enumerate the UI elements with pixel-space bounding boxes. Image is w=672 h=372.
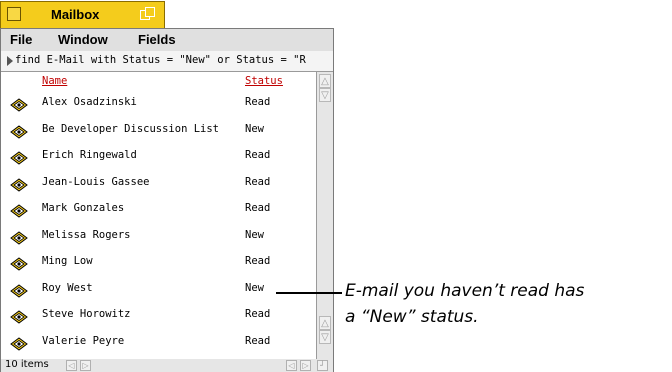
column-header-name[interactable]: Name [42, 75, 67, 87]
mail-status: New [245, 228, 264, 241]
query-text: find E-Mail with Status = "New" or Statu… [15, 54, 306, 66]
envelope-icon [9, 124, 29, 139]
callout-line-2: a “New” status. [345, 307, 479, 327]
list-item[interactable]: Erich Ringewald Read [1, 143, 317, 169]
zoom-box-icon[interactable] [140, 7, 156, 22]
mail-sender-name: Steve Horowitz [42, 308, 131, 320]
resize-handle-icon[interactable]: ┘ [317, 360, 328, 371]
mail-sender-name: Jean-Louis Gassee [42, 175, 150, 188]
mail-sender-name: Mark Gonzales [42, 202, 125, 214]
scroll-left-arrow-icon[interactable]: ◁ [286, 360, 297, 371]
mail-status: Read [245, 308, 271, 320]
menu-file[interactable]: File [10, 32, 32, 47]
scroll-down-arrow-icon[interactable]: ▽ [319, 88, 331, 102]
envelope-icon [9, 97, 29, 112]
mailbox-window: File Window Fields find E-Mail with Stat… [0, 28, 334, 372]
mail-status: Read [245, 202, 271, 214]
mail-sender-name: Ming Low [42, 255, 93, 267]
list-item[interactable]: Valerie Peyre Read [1, 329, 317, 355]
scroll-down-arrow-icon[interactable]: ▽ [319, 330, 331, 344]
mail-sender-name: Erich Ringewald [42, 149, 137, 161]
menu-fields[interactable]: Fields [138, 32, 176, 47]
callout-text: E-mail you haven’t read has a “New” stat… [345, 278, 584, 330]
window-title: Mailbox [51, 7, 100, 22]
mail-status: Read [245, 149, 271, 161]
mail-status: Read [245, 255, 271, 267]
disclosure-triangle-icon[interactable] [7, 56, 13, 66]
list-item[interactable]: Melissa Rogers New [1, 223, 317, 249]
envelope-icon [9, 230, 29, 245]
mail-status: New [245, 281, 264, 294]
callout-line-1: E-mail you haven’t read has [345, 281, 585, 301]
mail-list[interactable]: Name Status Alex Osadzinski Read Be Develo… [1, 72, 317, 360]
list-item[interactable]: Jean-Louis Gassee Read [1, 170, 317, 196]
list-item[interactable]: Be Developer Discussion List New [1, 117, 317, 143]
window-title-tab[interactable]: Mailbox [0, 1, 165, 28]
list-item[interactable]: Steve Horowitz Read [1, 302, 317, 328]
list-item[interactable]: Ming Low Read [1, 249, 317, 275]
scroll-up-arrow-icon[interactable]: △ [319, 74, 331, 88]
envelope-icon [9, 256, 29, 271]
menu-window[interactable]: Window [58, 32, 108, 47]
envelope-icon [9, 309, 29, 324]
list-item[interactable]: Mark Gonzales Read [1, 196, 317, 222]
envelope-icon [9, 150, 29, 165]
envelope-icon [9, 336, 29, 351]
list-item[interactable]: Roy West New [1, 276, 317, 302]
item-count: 10 items [5, 359, 49, 370]
mail-status: Read [245, 334, 271, 347]
envelope-icon [9, 283, 29, 298]
status-bar: 10 items ◁ ▷ ◁ ▷ ┘ [1, 359, 333, 372]
mail-sender-name: Roy West [42, 281, 93, 294]
query-bar[interactable]: find E-Mail with Status = "New" or Statu… [1, 51, 333, 72]
envelope-icon [9, 203, 29, 218]
mail-status: Read [245, 175, 271, 188]
scroll-right-arrow-icon[interactable]: ▷ [300, 360, 311, 371]
mail-sender-name: Melissa Rogers [42, 228, 131, 241]
mail-sender-name: Alex Osadzinski [42, 96, 137, 108]
callout-line [276, 292, 342, 294]
list-item[interactable]: Alex Osadzinski Read [1, 90, 317, 116]
menu-bar: File Window Fields [1, 29, 333, 52]
column-header-status[interactable]: Status [245, 75, 283, 87]
close-box-icon[interactable] [7, 7, 21, 21]
scroll-left-arrow-icon[interactable]: ◁ [66, 360, 77, 371]
mail-sender-name: Be Developer Discussion List [42, 122, 220, 135]
mail-sender-name: Valerie Peyre [42, 334, 125, 347]
scroll-right-arrow-icon[interactable]: ▷ [80, 360, 91, 371]
envelope-icon [9, 177, 29, 192]
mail-status: New [245, 122, 264, 135]
scroll-up-arrow-icon[interactable]: △ [319, 316, 331, 330]
vertical-scrollbar[interactable]: △ ▽ △ ▽ [316, 72, 333, 359]
mail-status: Read [245, 96, 271, 108]
